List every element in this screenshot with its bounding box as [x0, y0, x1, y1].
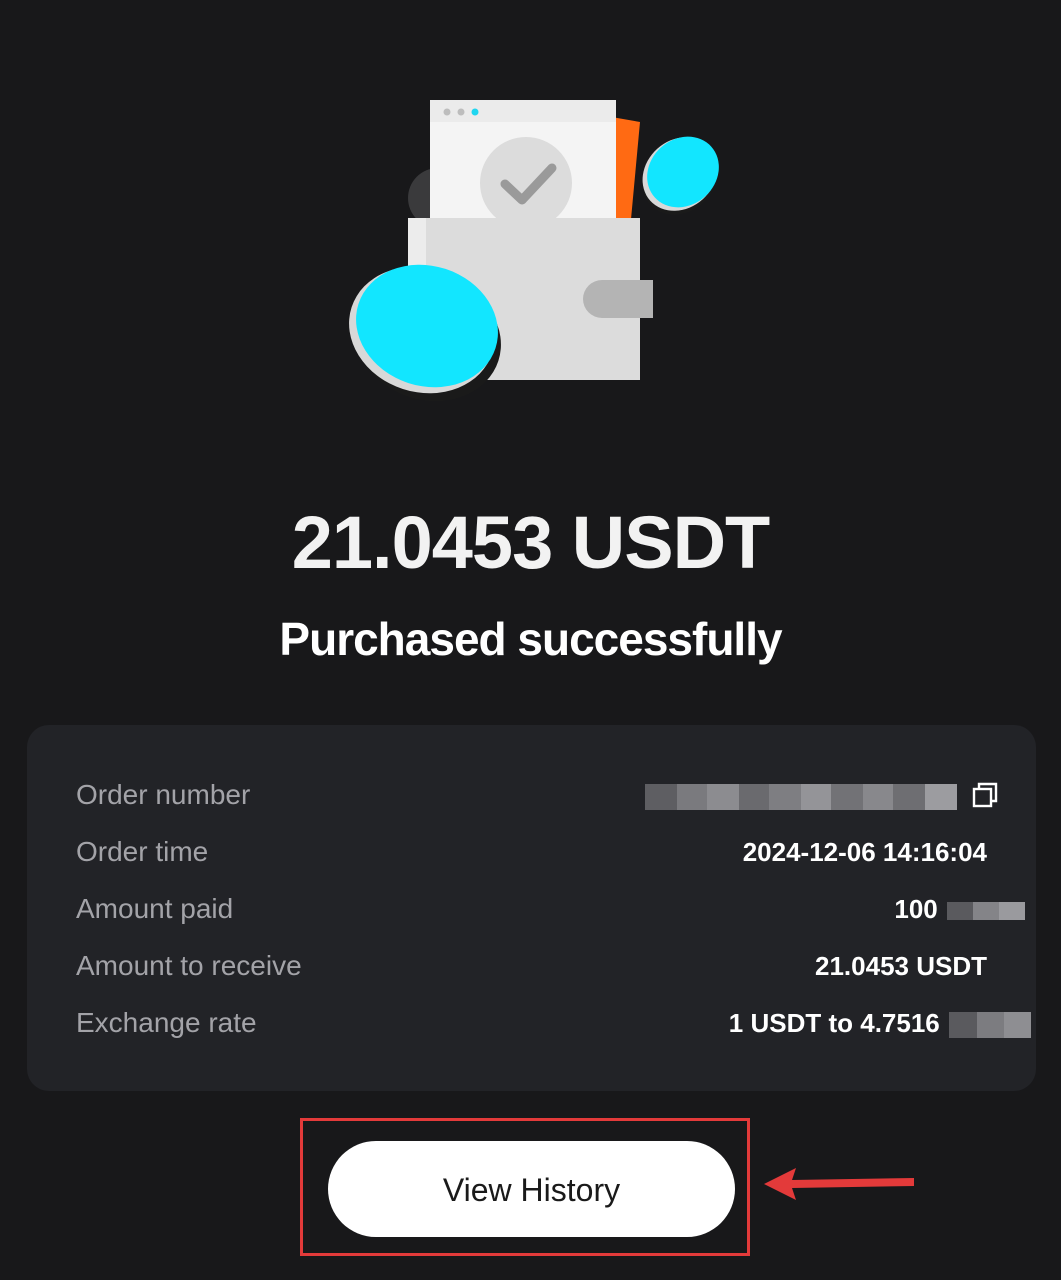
- order-number-label: Order number: [76, 779, 251, 810]
- redacted-rate-currency: [949, 1012, 1031, 1039]
- exchange-rate-value: 1 USDT to 4.7516: [728, 1008, 940, 1038]
- redacted-currency: [947, 902, 1025, 921]
- amount-paid-value-group: 100: [894, 889, 1025, 929]
- wallet-success-illustration: [349, 100, 719, 402]
- status-message: Purchased successfully: [279, 613, 782, 665]
- amount-to-receive-row: Amount to receive 21.0453 USDT: [76, 946, 987, 986]
- exchange-rate-row: Exchange rate 1 USDT to 4.7516: [76, 1003, 1031, 1043]
- view-history-button[interactable]: View History: [328, 1141, 735, 1237]
- amount-to-receive-value: 21.0453 USDT: [815, 951, 987, 981]
- order-number-value: [645, 775, 957, 815]
- copy-icon[interactable]: [971, 781, 999, 809]
- redacted-order-number: [645, 784, 957, 811]
- purchase-success-screen: 21.0453 USDT Purchased successfully Orde…: [0, 0, 1061, 1280]
- annotation-arrow-icon: [764, 1168, 914, 1200]
- order-time-row: Order time 2024-12-06 14:16:04: [76, 832, 987, 872]
- amount-paid-row: Amount paid 100: [76, 889, 1025, 929]
- purchased-amount: 21.0453 USDT: [291, 501, 771, 584]
- exchange-rate-value-group: 1 USDT to 4.7516: [729, 1003, 1031, 1043]
- amount-paid-label: Amount paid: [76, 893, 234, 924]
- order-time-value: 2024-12-06 14:16:04: [742, 837, 987, 867]
- order-time-label: Order time: [76, 836, 209, 867]
- amount-paid-value: 100: [894, 894, 938, 924]
- order-number-row: Order number: [76, 775, 998, 815]
- order-details-card: Order number Order time 2024-12-06 14:16…: [27, 725, 1036, 1091]
- exchange-rate-label: Exchange rate: [76, 1007, 257, 1038]
- amount-to-receive-label: Amount to receive: [76, 950, 302, 981]
